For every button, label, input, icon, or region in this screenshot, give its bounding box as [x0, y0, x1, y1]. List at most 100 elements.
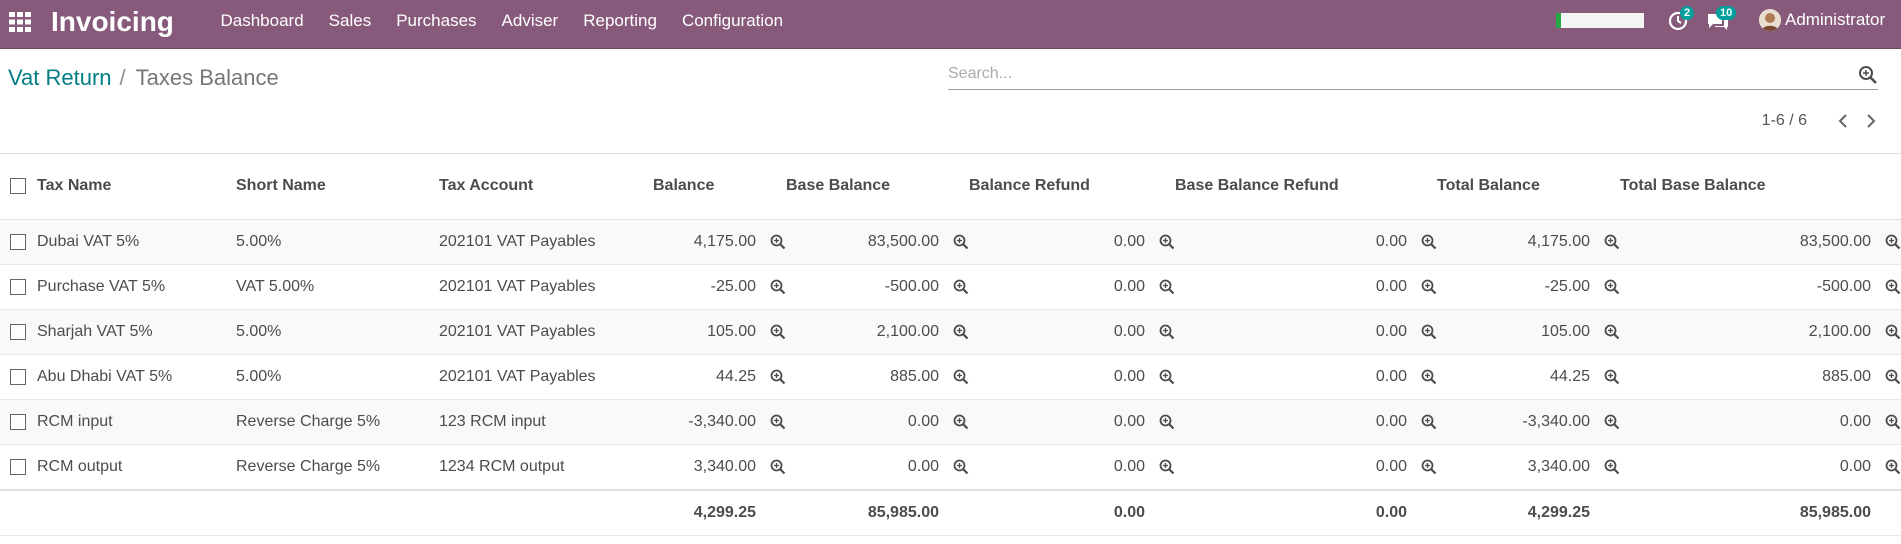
zoom-icon[interactable] — [1885, 279, 1901, 295]
cell-short-name: Reverse Charge 5% — [236, 444, 439, 491]
column-header-total-balance[interactable]: Total Balance — [1437, 153, 1620, 220]
zoom-icon[interactable] — [770, 459, 786, 475]
progress-indicator[interactable] — [1556, 13, 1644, 28]
cell-tax-account: 202101 VAT Payables — [439, 309, 653, 355]
apps-grid-icon[interactable] — [8, 10, 32, 34]
row-select-cell — [0, 309, 37, 355]
table-row[interactable]: RCM output Reverse Charge 5% 1234 RCM outp… — [0, 444, 1901, 491]
column-header-short-name[interactable]: Short Name — [236, 153, 439, 220]
menu-item-reporting[interactable]: Reporting — [571, 0, 670, 49]
zoom-icon[interactable] — [1885, 324, 1901, 340]
row-checkbox[interactable] — [10, 323, 26, 340]
table-row[interactable]: Dubai VAT 5% 5.00% 202101 VAT Payables 4,17… — [0, 219, 1901, 265]
zoom-icon[interactable] — [1885, 414, 1901, 430]
table-row[interactable]: RCM input Reverse Charge 5% 123 RCM input -… — [0, 399, 1901, 445]
menu-item-configuration[interactable]: Configuration — [669, 0, 795, 49]
zoom-icon[interactable] — [953, 234, 969, 250]
value-total-base-balance: 83,500.00 — [1799, 233, 1871, 250]
menu-item-sales[interactable]: Sales — [316, 0, 384, 49]
row-select-cell — [0, 264, 37, 310]
table-row[interactable]: Abu Dhabi VAT 5% 5.00% 202101 VAT Payables… — [0, 354, 1901, 400]
table-row[interactable]: Purchase VAT 5% VAT 5.00% 202101 VAT Payab… — [0, 264, 1901, 310]
zoom-icon[interactable] — [953, 369, 969, 385]
cell-total-balance: 4,175.00 — [1437, 219, 1620, 265]
row-checkbox[interactable] — [10, 413, 26, 430]
column-header-balance[interactable]: Balance — [653, 153, 786, 220]
zoom-icon[interactable] — [953, 279, 969, 295]
value-balance: 105.00 — [707, 323, 756, 340]
cell-base-balance: 2,100.00 — [786, 309, 969, 355]
cell-balance-refund: 0.00 — [969, 309, 1175, 355]
zoom-icon[interactable] — [1421, 279, 1437, 295]
zoom-icon[interactable] — [770, 414, 786, 430]
zoom-icon[interactable] — [1159, 369, 1175, 385]
cell-balance-refund: 0.00 — [969, 399, 1175, 445]
zoom-icon[interactable] — [770, 234, 786, 250]
select-all-checkbox[interactable] — [10, 177, 26, 194]
zoom-icon[interactable] — [1421, 234, 1437, 250]
zoom-icon[interactable] — [1604, 414, 1620, 430]
pager-value[interactable]: 1-6 / 6 — [1762, 112, 1807, 130]
column-header-tax-name[interactable]: Tax Name — [37, 153, 236, 220]
menu-item-dashboard[interactable]: Dashboard — [208, 0, 316, 49]
pager-previous-button[interactable] — [1833, 111, 1853, 131]
zoom-icon[interactable] — [1604, 279, 1620, 295]
menu-item-purchases[interactable]: Purchases — [384, 0, 489, 49]
table-header-row: Tax Name Short Name Tax Account Balance … — [0, 153, 1901, 220]
messages-button[interactable]: 10 — [1703, 6, 1737, 34]
zoom-icon[interactable] — [1159, 324, 1175, 340]
value-total-base-balance: -500.00 — [1816, 278, 1871, 295]
pager-next-button[interactable] — [1861, 111, 1881, 131]
activity-count-badge: 2 — [1680, 6, 1695, 20]
zoom-icon[interactable] — [770, 369, 786, 385]
value-total-base-balance: 885.00 — [1822, 368, 1871, 385]
cell-base-balance-refund: 0.00 — [1175, 354, 1437, 400]
column-header-base-balance-refund[interactable]: Base Balance Refund — [1175, 153, 1437, 220]
row-checkbox[interactable] — [10, 458, 26, 475]
zoom-icon[interactable] — [1421, 414, 1437, 430]
value-total-base-balance: 0.00 — [1839, 413, 1871, 430]
column-header-total-base-balance[interactable]: Total Base Balance — [1620, 153, 1901, 220]
table-row[interactable]: Sharjah VAT 5% 5.00% 202101 VAT Payables 10… — [0, 309, 1901, 355]
breadcrumb-parent-link[interactable]: Vat Return — [8, 63, 112, 93]
row-checkbox[interactable] — [10, 233, 26, 250]
search-input[interactable] — [948, 61, 1848, 87]
zoom-icon[interactable] — [770, 324, 786, 340]
zoom-icon[interactable] — [1159, 279, 1175, 295]
zoom-icon[interactable] — [1604, 459, 1620, 475]
zoom-icon[interactable] — [1159, 234, 1175, 250]
zoom-icon[interactable] — [1604, 324, 1620, 340]
column-header-base-balance[interactable]: Base Balance — [786, 153, 969, 220]
zoom-icon[interactable] — [1421, 324, 1437, 340]
value-base-balance: 2,100.00 — [876, 323, 939, 340]
search-icon[interactable] — [1858, 65, 1878, 85]
row-checkbox[interactable] — [10, 368, 26, 385]
value-balance: 3,340.00 — [693, 458, 756, 475]
zoom-icon[interactable] — [953, 459, 969, 475]
zoom-icon[interactable] — [1159, 459, 1175, 475]
row-select-cell — [0, 219, 37, 265]
zoom-icon[interactable] — [1885, 369, 1901, 385]
value-total-balance: 105.00 — [1541, 323, 1590, 340]
column-header-tax-account[interactable]: Tax Account — [439, 153, 653, 220]
column-header-balance-refund[interactable]: Balance Refund — [969, 153, 1175, 220]
activity-button[interactable]: 2 — [1663, 6, 1695, 34]
zoom-icon[interactable] — [953, 324, 969, 340]
menu-item-adviser[interactable]: Adviser — [489, 0, 571, 49]
cell-balance: 44.25 — [653, 354, 786, 400]
zoom-icon[interactable] — [1604, 369, 1620, 385]
cell-base-balance: 0.00 — [786, 399, 969, 445]
page-title: Taxes Balance — [135, 65, 279, 90]
zoom-icon[interactable] — [1421, 369, 1437, 385]
zoom-icon[interactable] — [1159, 414, 1175, 430]
zoom-icon[interactable] — [770, 279, 786, 295]
zoom-icon[interactable] — [1885, 459, 1901, 475]
app-name[interactable]: Invoicing — [51, 5, 174, 39]
zoom-icon[interactable] — [1604, 234, 1620, 250]
zoom-icon[interactable] — [1885, 234, 1901, 250]
value-balance-refund: 0.00 — [1113, 323, 1145, 340]
zoom-icon[interactable] — [1421, 459, 1437, 475]
user-menu[interactable]: Administrator — [1759, 7, 1885, 33]
zoom-icon[interactable] — [953, 414, 969, 430]
row-checkbox[interactable] — [10, 278, 26, 295]
